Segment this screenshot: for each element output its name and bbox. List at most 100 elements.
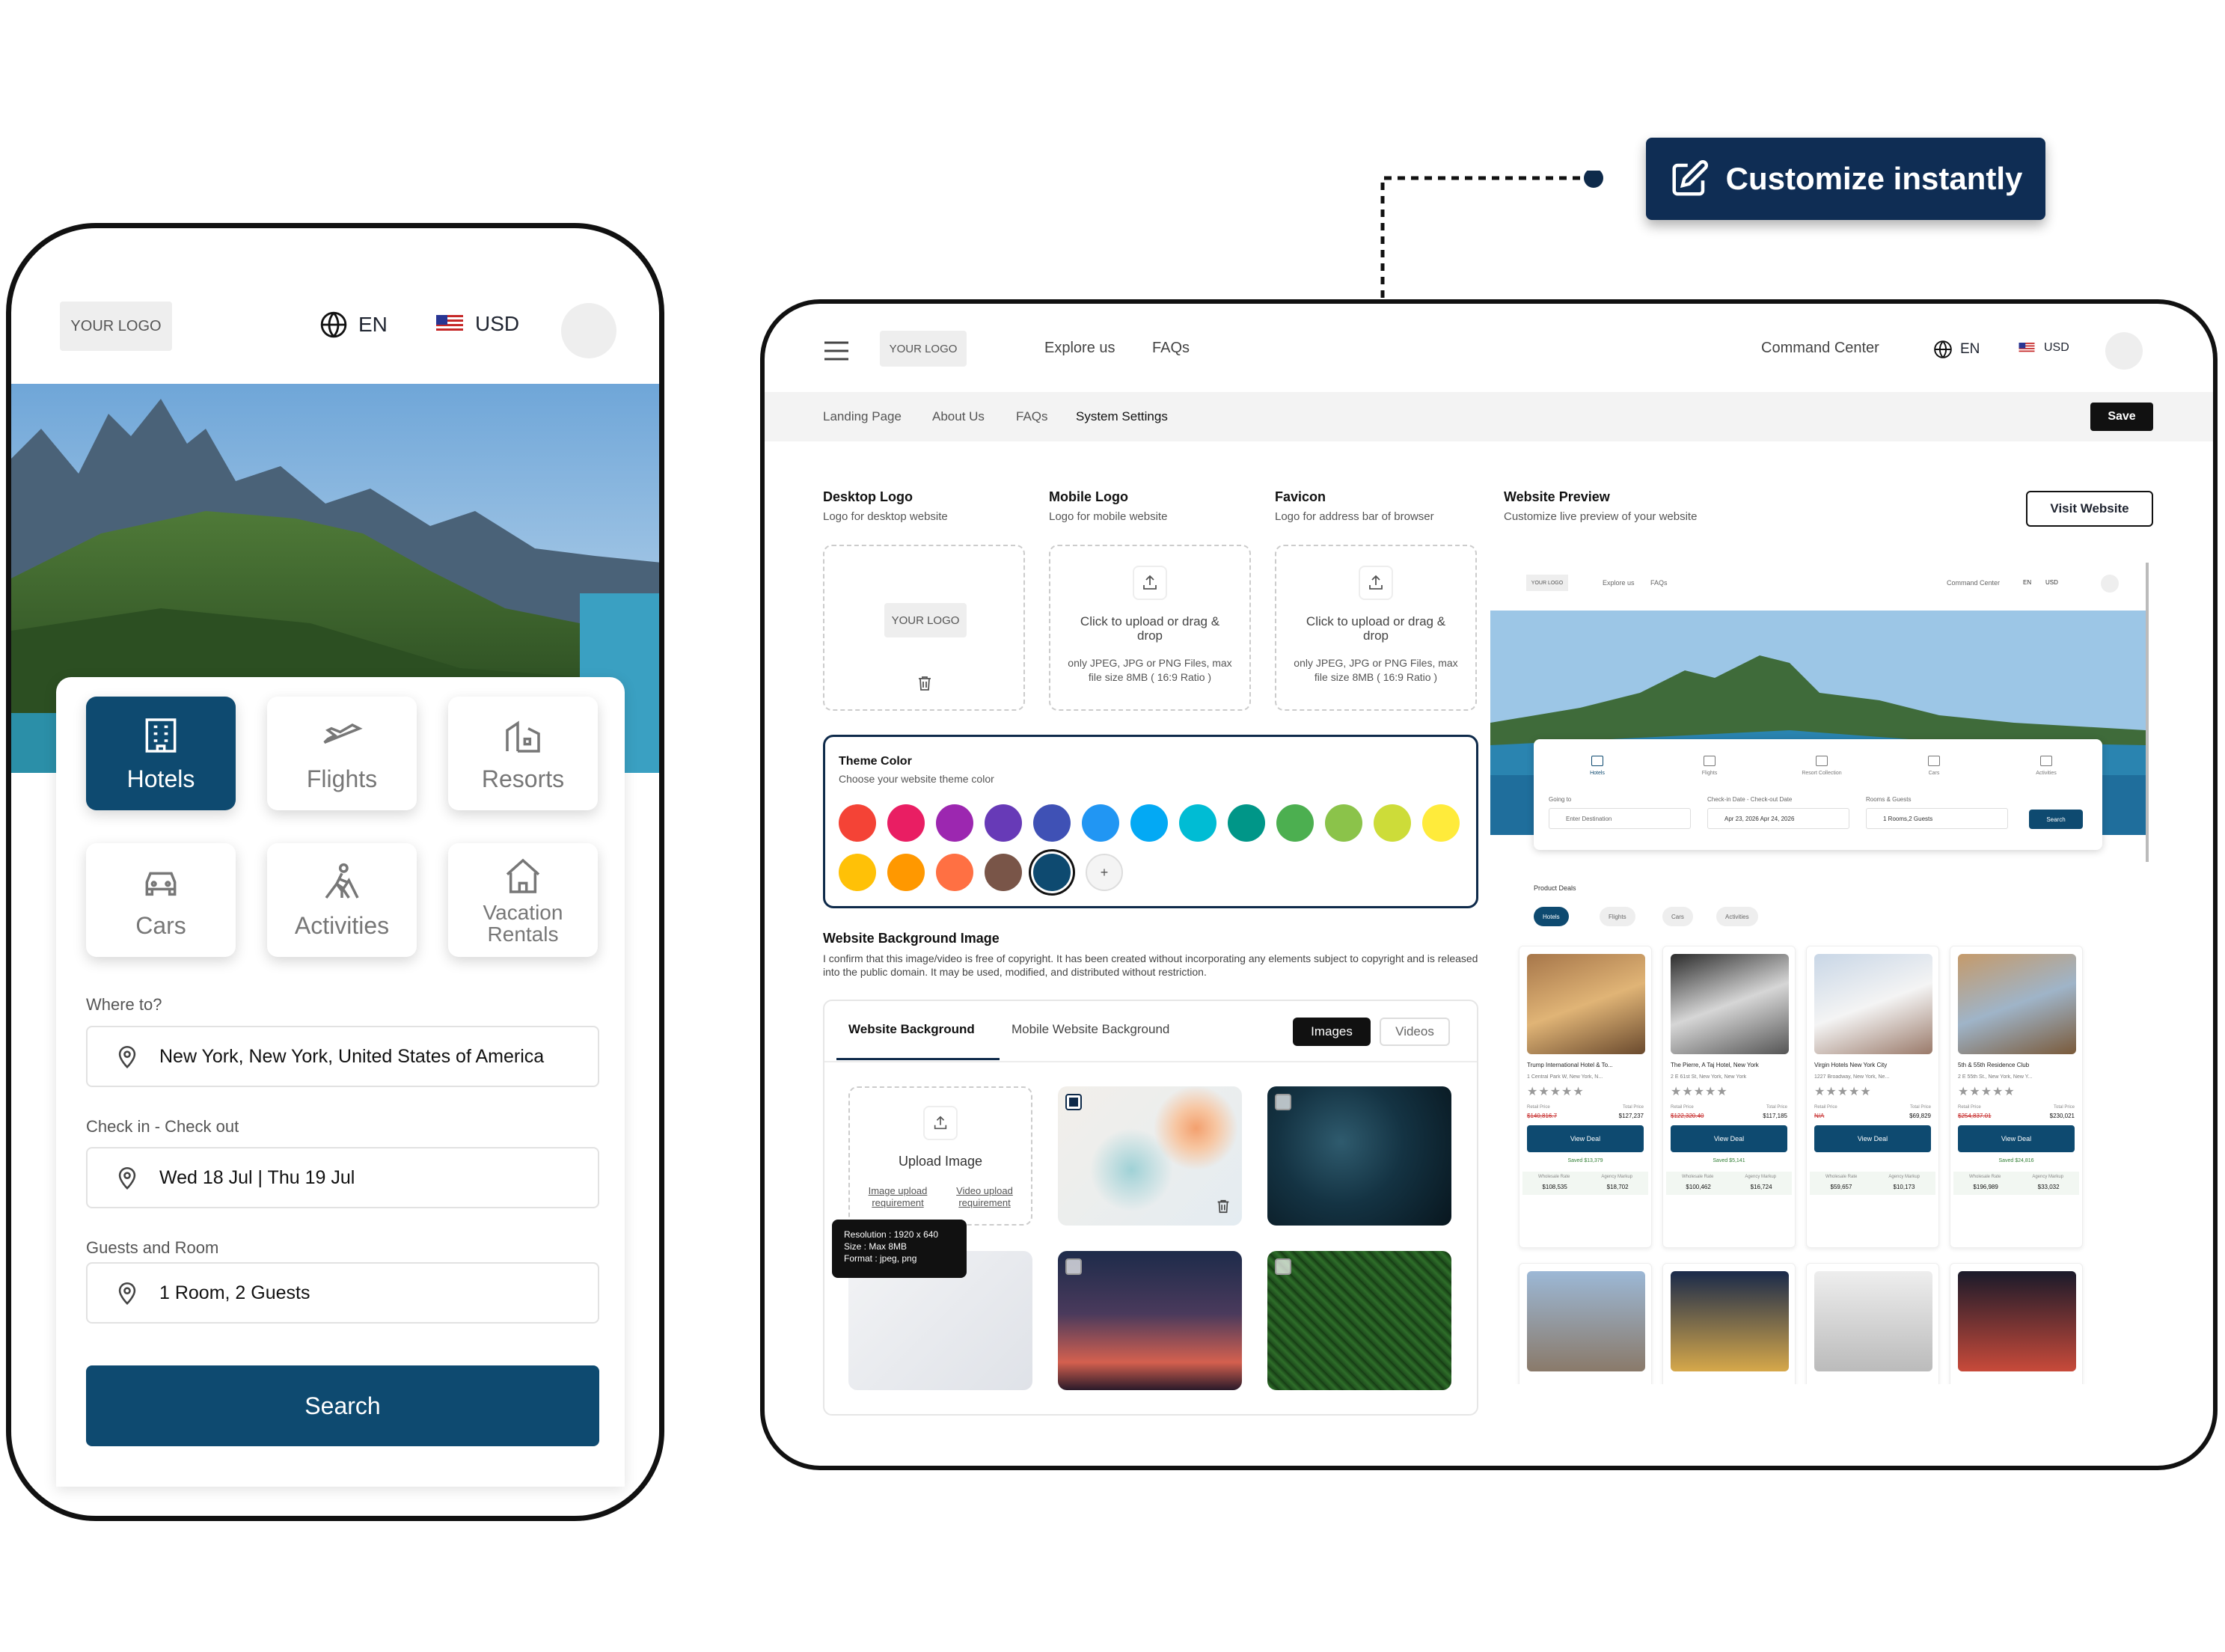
customize-badge: Customize instantly [1646,138,2045,220]
save-button[interactable]: Save [2090,403,2153,431]
trash-icon[interactable] [1215,1197,1231,1215]
mini-tab-label: Flights [1701,771,1718,776]
deal-card [1950,1263,2083,1384]
car-icon [145,872,177,896]
language-selector[interactable]: EN [1933,340,1980,359]
color-swatch[interactable] [936,804,973,842]
color-swatch[interactable] [936,854,973,891]
price-values: $254,837.01 $230,021 [1958,1113,2075,1119]
video-requirement-link[interactable]: Video upload requirement [947,1185,1022,1208]
image-requirement-link[interactable]: Image upload requirement [860,1185,935,1208]
saved-amount: Saved $24,816 [1998,1158,2034,1163]
color-swatch[interactable] [1033,804,1071,842]
trash-icon[interactable] [916,673,934,693]
deal-name: The Pierre, A Taj Hotel, New York [1671,1062,1759,1068]
favicon-dropzone[interactable]: Click to upload or drag & drop only JPEG… [1275,545,1477,711]
tab-label: Cars [135,911,186,939]
color-swatch[interactable] [1228,804,1265,842]
rate-labels: Wholesale Rate Agency Markup [1522,1172,1648,1182]
deal-address: 2 E 61st St, New York, New York [1671,1074,1747,1080]
background-thumb-sunset[interactable] [1058,1251,1242,1390]
visit-website-button[interactable]: Visit Website [2026,491,2153,527]
subnav-faqs[interactable]: FAQs [1016,409,1048,424]
mobile-logo-dropzone[interactable]: Click to upload or drag & drop only JPEG… [1049,545,1251,711]
currency-label: USD [2044,341,2069,354]
background-thumb-abstract[interactable] [1058,1086,1242,1226]
color-swatch[interactable] [1422,804,1460,842]
color-swatch[interactable] [887,854,925,891]
subnav-about[interactable]: About Us [932,409,985,424]
tab-mobile-background[interactable]: Mobile Website Background [1011,1022,1169,1037]
nav-faqs[interactable]: FAQs [1152,340,1190,357]
menu-icon[interactable] [823,340,850,362]
upload-image-dropzone[interactable]: Upload Image Image upload requirement Vi… [848,1086,1032,1226]
tab-flights[interactable]: Flights [267,697,417,810]
location-pin-icon [118,1282,136,1305]
toggle-images[interactable]: Images [1293,1018,1371,1046]
color-swatch[interactable] [1179,804,1216,842]
checkbox[interactable] [1275,1258,1291,1275]
checkbox[interactable] [1065,1258,1082,1275]
deal-image [1527,1271,1645,1371]
destination-input[interactable]: New York, New York, United States of Ame… [86,1026,599,1087]
tab-hotels[interactable]: Hotels [86,697,236,810]
avatar[interactable] [561,303,616,358]
tab-cars[interactable]: Cars [86,843,236,957]
subnav-system-settings[interactable]: System Settings [1076,409,1168,424]
background-notice: I confirm that this image/video is free … [823,952,1478,979]
mobile-logo-title: Mobile Logo [1049,489,1128,504]
destination-value: New York, New York, United States of Ame… [159,1045,545,1067]
tab-label: Vacation Rentals [483,900,563,946]
command-center-link[interactable]: Command Center [1761,340,1879,357]
color-swatch[interactable] [1276,804,1314,842]
subnav-landing[interactable]: Landing Page [823,409,902,424]
deal-image [1958,1271,2076,1371]
logo[interactable]: YOUR LOGO [880,331,967,367]
toggle-videos[interactable]: Videos [1380,1018,1450,1046]
upload-note: only JPEG, JPG or PNG Files, max file si… [1068,657,1232,683]
us-flag-icon [2019,343,2035,353]
color-swatch[interactable] [839,854,876,891]
deal-stars: ★★★★★ [1814,1086,1872,1098]
deal-address: 1 Central Park W, New York, N... [1527,1074,1603,1080]
resort-icon [506,720,540,753]
desktop-logo-preview: YOUR LOGO [884,603,967,637]
color-swatch[interactable] [1082,804,1119,842]
background-thumb-storm[interactable] [1267,1086,1451,1226]
upload-note: only JPEG, JPG or PNG Files, max file si… [1294,657,1458,683]
tab-activities[interactable]: Activities [267,843,417,957]
currency-selector[interactable]: USD [2019,341,2069,355]
color-swatch[interactable] [1374,804,1411,842]
tab-website-background[interactable]: Website Background [848,1022,975,1037]
background-thumb-fern[interactable] [1267,1251,1451,1390]
checkbox[interactable] [1275,1094,1291,1110]
tab-resorts[interactable]: Resorts [448,697,598,810]
color-swatch[interactable] [985,804,1022,842]
color-swatch[interactable] [839,804,876,842]
language-selector[interactable]: EN [319,310,388,339]
avatar[interactable] [2105,332,2143,370]
scrollbar[interactable] [2146,563,2149,862]
guests-input[interactable]: 1 Room, 2 Guests [86,1262,599,1324]
desktop-logo-dropzone[interactable]: YOUR LOGO [823,545,1025,711]
search-button[interactable]: Search [86,1365,599,1446]
add-color-button[interactable]: + [1086,854,1123,891]
color-swatch[interactable] [985,854,1022,891]
tab-vacation-rentals[interactable]: Vacation Rentals [448,843,598,957]
price-values: N/A $69,829 [1814,1113,1931,1119]
checkbox-selected[interactable] [1065,1094,1082,1110]
mini-deals-title: Product Deals [1534,884,1576,892]
mini-going-input: Enter Destination [1549,808,1691,829]
upload-text: Click to upload or drag & drop [1306,614,1446,643]
color-swatch[interactable] [887,804,925,842]
currency-selector[interactable]: USD [436,312,519,336]
nav-explore[interactable]: Explore us [1044,340,1115,357]
color-swatch[interactable] [1325,804,1362,842]
logo[interactable]: YOUR LOGO [60,302,172,351]
color-swatch[interactable] [1033,854,1071,891]
color-swatch[interactable] [1130,804,1168,842]
price-values: $140,816.7 $127,237 [1527,1113,1644,1119]
dates-input[interactable]: Wed 18 Jul | Thu 19 Jul [86,1147,599,1208]
edit-icon [1672,160,1708,196]
deal-stars: ★★★★★ [1958,1086,2016,1098]
